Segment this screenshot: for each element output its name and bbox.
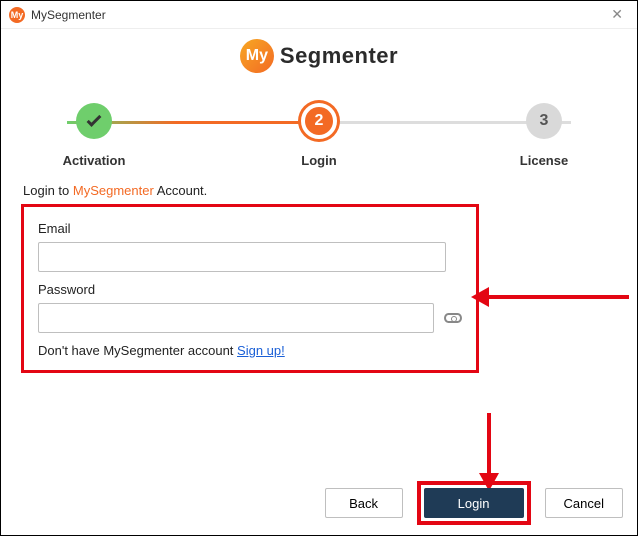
- step-activation: Activation: [49, 103, 139, 168]
- content-area: My Segmenter Activation 2 Login 3 Licens…: [1, 29, 637, 373]
- footer-buttons: Back Login Cancel: [325, 481, 623, 525]
- signup-prompt: Don't have MySegmenter account Sign up!: [38, 343, 462, 358]
- brand-logo-text: My: [246, 47, 268, 65]
- arrow-shaft: [489, 295, 629, 299]
- signup-link[interactable]: Sign up!: [237, 343, 285, 358]
- step-pending-badge: 3: [526, 103, 562, 139]
- step-label: Login: [301, 153, 336, 168]
- instruction-prefix: Login to: [23, 183, 73, 198]
- email-label: Email: [38, 221, 462, 236]
- arrow-shaft: [487, 413, 491, 473]
- instruction-highlight: MySegmenter: [73, 183, 154, 198]
- step-license: 3 License: [499, 103, 589, 168]
- login-button-highlight: Login: [417, 481, 531, 525]
- app-logo-icon: My: [9, 7, 25, 23]
- login-button[interactable]: Login: [424, 488, 524, 518]
- app-window: My MySegmenter ✕ My Segmenter Activation…: [0, 0, 638, 536]
- stepper: Activation 2 Login 3 License: [49, 103, 589, 173]
- window-title: MySegmenter: [31, 8, 106, 22]
- step-active-badge: 2: [301, 103, 337, 139]
- password-field[interactable]: [38, 303, 434, 333]
- brand-logo-icon: My: [240, 39, 274, 73]
- toggle-password-visibility-icon[interactable]: [444, 313, 462, 323]
- login-form-highlight: Email Password Don't have MySegmenter ac…: [21, 204, 479, 373]
- annotation-arrow-login: [479, 413, 499, 491]
- instruction-suffix: Account.: [154, 183, 207, 198]
- step-label: Activation: [63, 153, 126, 168]
- close-button[interactable]: ✕: [605, 6, 629, 23]
- instruction-text: Login to MySegmenter Account.: [23, 183, 617, 198]
- email-field[interactable]: [38, 242, 446, 272]
- titlebar: My MySegmenter ✕: [1, 1, 637, 29]
- step-login: 2 Login: [274, 103, 364, 168]
- annotation-arrow-form: [471, 287, 629, 307]
- check-icon: [87, 112, 102, 127]
- arrow-head-icon: [471, 287, 489, 307]
- cancel-button[interactable]: Cancel: [545, 488, 623, 518]
- back-button[interactable]: Back: [325, 488, 403, 518]
- brand-name: Segmenter: [280, 43, 398, 69]
- step-done-icon: [76, 103, 112, 139]
- step-label: License: [520, 153, 568, 168]
- brand-header: My Segmenter: [21, 39, 617, 73]
- app-logo-text: My: [11, 10, 24, 20]
- password-label: Password: [38, 282, 462, 297]
- signup-prefix: Don't have MySegmenter account: [38, 343, 237, 358]
